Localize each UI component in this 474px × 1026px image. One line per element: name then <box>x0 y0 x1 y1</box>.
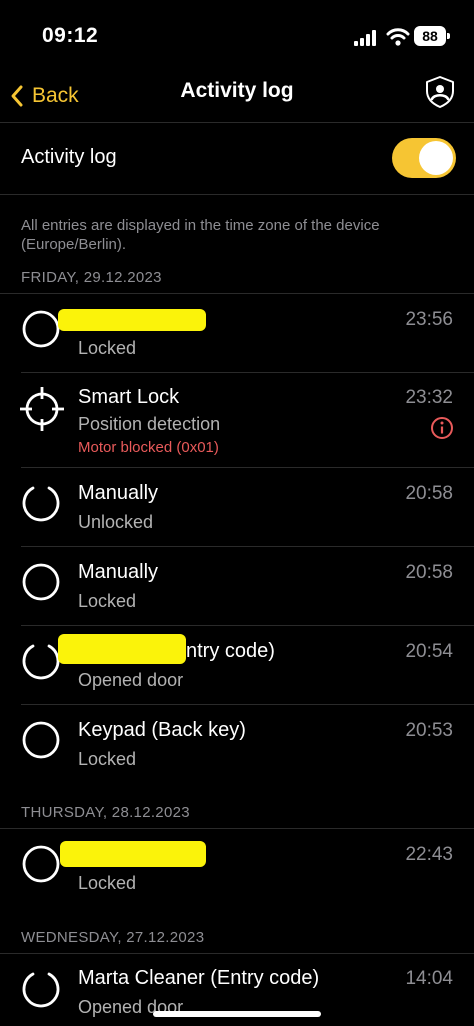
section-header-thursday: THURSDAY, 28.12.2023 <box>21 804 190 821</box>
log-entry[interactable]: Locked 23:56 <box>0 294 474 372</box>
timezone-info-text: All entries are displayed in the time zo… <box>21 217 380 253</box>
circle-icon <box>22 845 60 883</box>
log-entry-title: ntry code) <box>186 640 275 662</box>
log-entry[interactable]: Smart Lock Position detection Motor bloc… <box>0 373 474 467</box>
log-entry[interactable]: Manually Unlocked 20:58 <box>0 468 474 546</box>
section-header-wednesday: WEDNESDAY, 27.12.2023 <box>21 929 205 946</box>
log-entry-title: Keypad (Back key) <box>78 719 246 741</box>
page-title: Activity log <box>180 79 294 102</box>
redaction-mark <box>60 841 206 867</box>
log-entry-subtitle: Unlocked <box>78 512 154 532</box>
log-entry-subtitle: Position detection <box>78 414 221 434</box>
log-entry-subtitle: Locked <box>78 338 137 358</box>
log-entry-time: 23:32 <box>405 387 453 408</box>
activity-log-toggle-row: Activity log <box>0 122 474 195</box>
status-time: 09:12 <box>42 24 99 47</box>
log-entry-title: Smart Lock <box>78 386 180 408</box>
section-header-friday: FRIDAY, 29.12.2023 <box>21 269 162 286</box>
switch-knob <box>419 141 453 175</box>
redaction-mark <box>58 309 206 331</box>
open-circle-icon <box>22 486 60 522</box>
log-entry-time: 20:58 <box>405 483 453 504</box>
status-bar: 09:12 88 <box>0 0 474 70</box>
log-entry-subtitle: Opened door <box>78 670 184 690</box>
log-entry[interactable]: Locked 22:43 <box>0 829 474 907</box>
home-indicator[interactable] <box>153 1011 321 1017</box>
circle-icon <box>22 563 60 601</box>
wifi-icon <box>386 28 410 46</box>
log-entry-time: 20:58 <box>405 562 453 583</box>
battery-level: 88 <box>422 28 438 44</box>
log-entry-subtitle: Locked <box>78 873 137 893</box>
log-entry[interactable]: Keypad (Back key) Locked 20:53 <box>0 705 474 783</box>
info-icon[interactable] <box>430 416 454 440</box>
log-entry[interactable]: ntry code) Opened door 20:54 <box>0 626 474 704</box>
crosshair-icon <box>20 387 64 431</box>
navigation-bar: Back Activity log <box>0 70 474 123</box>
open-circle-icon <box>22 644 60 680</box>
log-entry[interactable]: Manually Locked 20:58 <box>0 547 474 625</box>
log-entry-time: 22:43 <box>405 844 453 865</box>
log-entry-subtitle: Locked <box>78 591 137 611</box>
activity-log-switch[interactable] <box>392 138 456 178</box>
log-entry-subtitle: Locked <box>78 749 137 769</box>
open-circle-icon <box>22 972 60 1008</box>
log-entry-title: Marta Cleaner (Entry code) <box>78 967 320 989</box>
log-entry-time: 20:54 <box>405 641 453 662</box>
log-entry-time: 23:56 <box>405 309 453 330</box>
redaction-mark <box>58 634 186 664</box>
log-entry-time: 14:04 <box>405 968 453 989</box>
circle-icon <box>22 721 60 759</box>
battery-icon: 88 <box>414 26 450 46</box>
activity-log-toggle-label: Activity log <box>21 146 117 168</box>
log-entry-title: Manually <box>78 561 159 583</box>
cellular-signal-icon <box>354 30 376 46</box>
log-entry-time: 20:53 <box>405 720 453 741</box>
shield-user-icon[interactable] <box>422 74 458 110</box>
circle-icon <box>22 310 60 348</box>
log-entry-title: Manually <box>78 482 159 504</box>
log-entry-error: Motor blocked (0x01) <box>78 439 219 456</box>
